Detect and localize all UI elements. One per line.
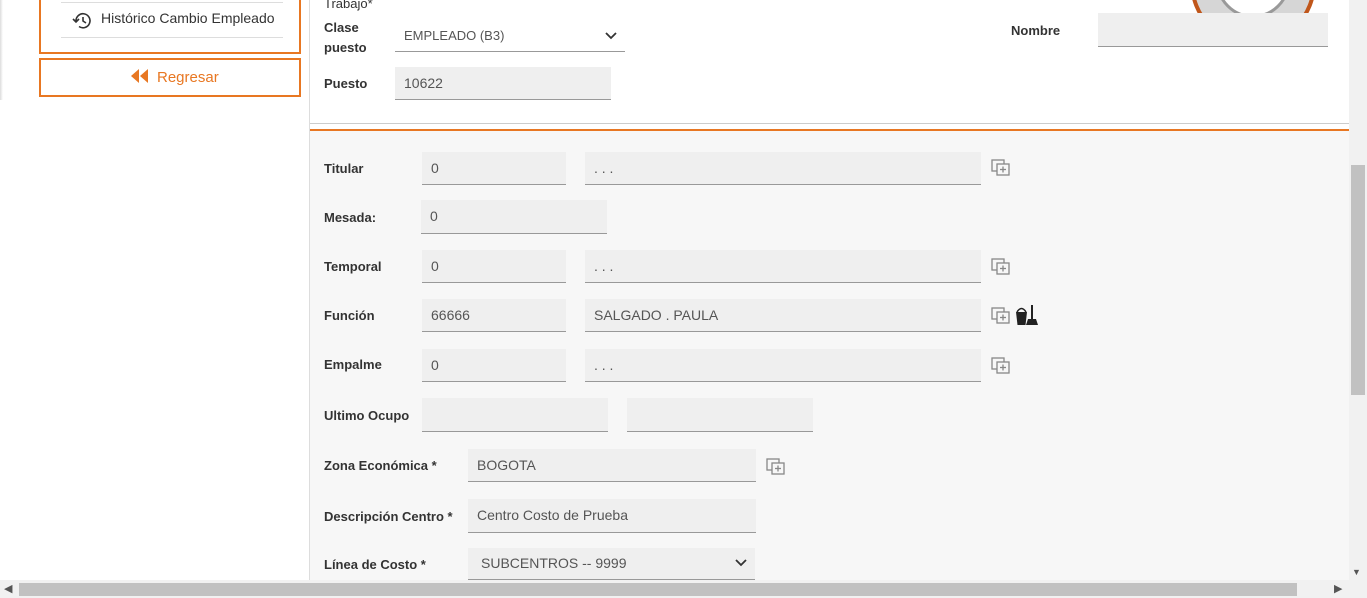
trabajo-label: Trabajo* <box>324 0 373 11</box>
zona-economica-field[interactable]: BOGOTA <box>468 449 756 482</box>
empalme-label: Empalme <box>324 357 382 372</box>
zona-lookup-icon[interactable] <box>766 458 786 476</box>
main-panel: Trabajo* Clase puesto EMPLEADO (B3) Pues… <box>309 0 1350 580</box>
empalme-name: . . . <box>594 357 614 373</box>
clase-puesto-select[interactable]: EMPLEADO (B3) <box>395 21 625 52</box>
descripcion-centro-value: Centro Costo de Prueba <box>477 507 628 523</box>
ultimo-ocupo-field-1[interactable] <box>422 398 608 432</box>
puesto-value: 10622 <box>404 75 443 91</box>
zona-economica-label: Zona Económica * <box>324 458 437 473</box>
temporal-name: . . . <box>594 258 614 274</box>
broom-bucket-icon[interactable] <box>1014 303 1040 327</box>
scroll-left-arrow-icon[interactable]: ◀ <box>4 582 12 595</box>
scroll-down-arrow-icon[interactable]: ▼ <box>1352 567 1361 577</box>
sidebar-menu-card: Histórico Cambio Empleado <box>39 0 301 54</box>
ultimo-ocupo-label: Ultimo Ocupo <box>324 408 410 423</box>
chevron-down-icon <box>735 548 747 579</box>
history-change-employee-item[interactable]: Histórico Cambio Empleado <box>61 2 283 38</box>
clase-puesto-label-line1: Clase <box>324 20 359 35</box>
funcion-code-field[interactable]: 66666 <box>422 299 566 332</box>
puesto-label: Puesto <box>324 76 368 91</box>
employee-header-section: Trabajo* Clase puesto EMPLEADO (B3) Pues… <box>310 0 1350 124</box>
chevron-down-icon <box>605 21 617 51</box>
linea-costo-label: Línea de Costo * <box>324 557 426 572</box>
history-icon <box>71 10 93 37</box>
funcion-name-field[interactable]: SALGADO . PAULA <box>585 299 981 332</box>
zona-economica-value: BOGOTA <box>477 457 536 473</box>
temporal-name-field[interactable]: . . . <box>585 250 981 283</box>
titular-name-field[interactable]: . . . <box>585 152 981 185</box>
vertical-scroll-thumb[interactable] <box>1351 165 1365 395</box>
titular-code: 0 <box>431 160 439 176</box>
scroll-right-arrow-icon[interactable]: ▶ <box>1334 582 1342 595</box>
titular-code-field[interactable]: 0 <box>422 152 566 185</box>
funcion-name: SALGADO . PAULA <box>594 307 719 323</box>
mesada-label: Mesada: <box>324 210 377 225</box>
back-button[interactable]: Regresar <box>39 58 301 97</box>
empalme-lookup-icon[interactable] <box>991 357 1011 375</box>
mesada-value: 0 <box>430 208 438 224</box>
empalme-code: 0 <box>431 357 439 373</box>
nombre-label: Nombre <box>1011 23 1061 38</box>
temporal-code: 0 <box>431 258 439 274</box>
back-button-label: Regresar <box>157 69 219 86</box>
sidebar-edge <box>0 0 3 100</box>
temporal-lookup-icon[interactable] <box>991 258 1011 276</box>
funcion-lookup-icon[interactable] <box>991 307 1011 325</box>
double-chevron-left-icon <box>130 68 150 89</box>
titular-lookup-icon[interactable] <box>991 159 1011 177</box>
funcion-code: 66666 <box>431 307 470 323</box>
titular-name: . . . <box>594 160 614 176</box>
horizontal-scroll-thumb[interactable] <box>19 583 1297 596</box>
nombre-field[interactable] <box>1098 13 1328 47</box>
ultimo-ocupo-field-2[interactable] <box>627 398 813 432</box>
clase-puesto-label-line2: puesto <box>324 40 367 55</box>
temporal-label: Temporal <box>324 259 382 274</box>
titular-label: Titular <box>324 161 364 176</box>
descripcion-centro-label: Descripción Centro * <box>324 509 453 524</box>
puesto-field[interactable]: 10622 <box>395 67 611 100</box>
temporal-code-field[interactable]: 0 <box>422 250 566 283</box>
history-change-employee-label: Histórico Cambio Empleado <box>101 10 275 26</box>
empalme-name-field[interactable]: . . . <box>585 349 981 382</box>
linea-costo-select[interactable]: SUBCENTROS -- 9999 <box>468 548 755 580</box>
mesada-field[interactable]: 0 <box>421 200 607 234</box>
funcion-label: Función <box>324 308 375 323</box>
position-form: Titular 0 . . . Mesada: 0 Temporal 0 . .… <box>310 131 1350 580</box>
linea-costo-value: SUBCENTROS -- 9999 <box>481 555 627 571</box>
clase-puesto-value: EMPLEADO (B3) <box>404 28 505 43</box>
descripcion-centro-field[interactable]: Centro Costo de Prueba <box>468 499 756 533</box>
empalme-code-field[interactable]: 0 <box>422 349 566 382</box>
